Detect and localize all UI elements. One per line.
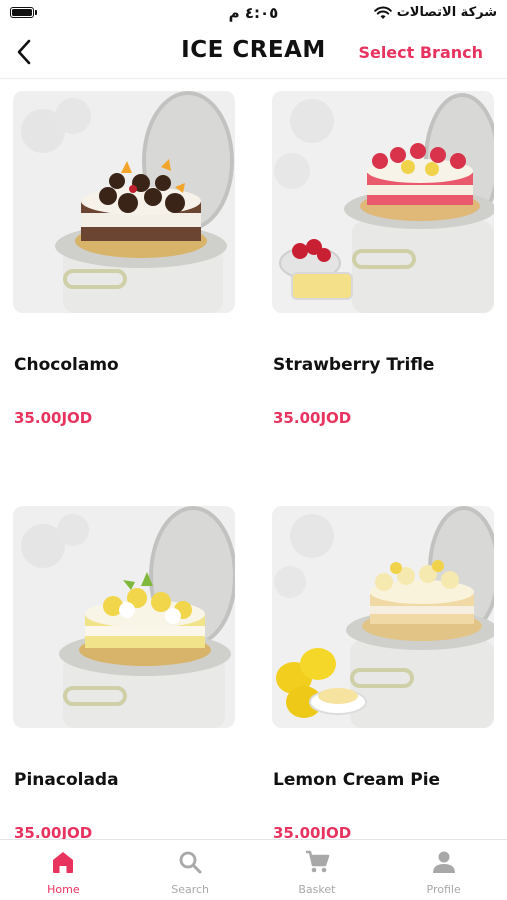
select-branch-button[interactable]: Select Branch xyxy=(358,43,483,62)
product-grid: Chocolamo 35.00JOD Strawberry Trifle 35.… xyxy=(0,79,507,840)
status-carrier-group: شركة الاتصالات xyxy=(373,5,497,20)
product-price: 35.00JOD xyxy=(14,824,93,840)
product-price: 35.00JOD xyxy=(14,409,93,427)
pinacolada-cake-photo xyxy=(13,506,235,728)
status-bar: ٤:٠٥ م شركة الاتصالات xyxy=(0,0,507,28)
lemon-cake-photo xyxy=(272,506,494,728)
person-icon xyxy=(430,848,458,876)
tab-label: Basket xyxy=(298,883,336,896)
wifi-icon xyxy=(373,6,392,20)
chocolate-cake-photo xyxy=(13,91,235,313)
product-name: Strawberry Trifle xyxy=(273,355,435,375)
bottom-tab-bar: Home Search Basket Profile xyxy=(0,839,507,900)
app-screen: ٤:٠٥ م شركة الاتصالات ICE CREAM Select B… xyxy=(0,0,507,900)
product-price: 35.00JOD xyxy=(273,824,352,840)
search-icon xyxy=(176,848,204,876)
tab-label: Profile xyxy=(426,883,461,896)
home-icon xyxy=(49,848,77,876)
top-navigation-bar: ICE CREAM Select Branch xyxy=(0,28,507,79)
product-price: 35.00JOD xyxy=(273,409,352,427)
product-name: Lemon Cream Pie xyxy=(273,770,441,790)
product-name: Pinacolada xyxy=(14,770,119,790)
tab-profile[interactable]: Profile xyxy=(380,840,507,900)
tab-home[interactable]: Home xyxy=(0,840,127,900)
tab-basket[interactable]: Basket xyxy=(254,840,381,900)
carrier-name: شركة الاتصالات xyxy=(396,5,497,20)
product-name: Chocolamo xyxy=(14,355,119,375)
tab-search[interactable]: Search xyxy=(127,840,254,900)
tab-label: Search xyxy=(171,883,210,896)
cart-icon xyxy=(303,848,331,876)
strawberry-cake-photo xyxy=(272,91,494,313)
tab-label: Home xyxy=(47,883,80,896)
